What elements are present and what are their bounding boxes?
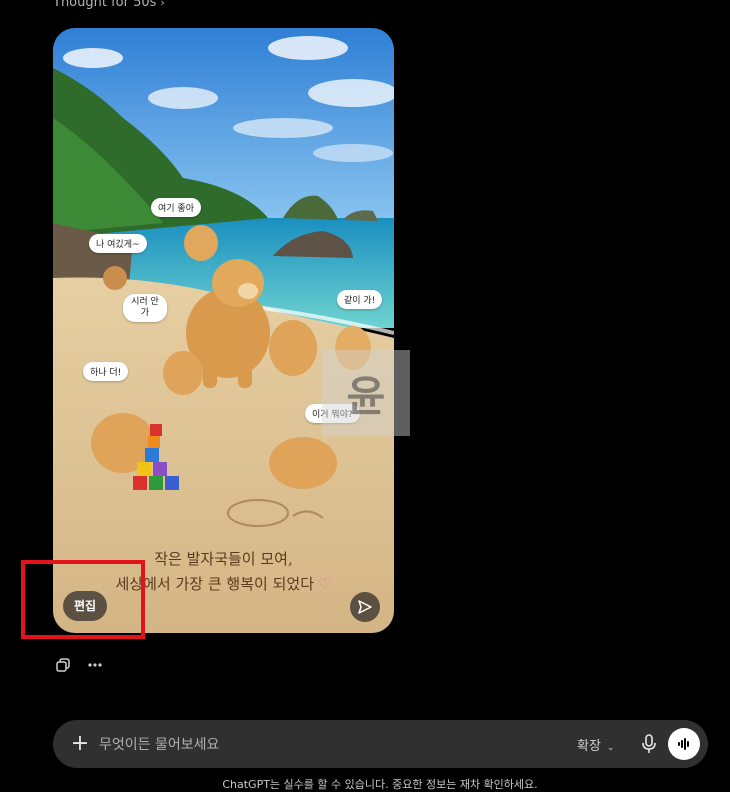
disclaimer: ChatGPT는 실수를 할 수 있습니다. 중요한 정보는 재차 확인하세요. [222,778,538,791]
watermark: 윤 [322,350,410,436]
message-actions [53,655,105,675]
heart-icon: ♡ [318,575,332,593]
copy-icon[interactable] [53,655,73,675]
plus-icon[interactable]: + [67,731,93,757]
more-icon[interactable] [85,655,105,675]
chevron-right-icon: › [160,0,165,9]
speech-bubble: 같이 가! [337,290,383,309]
thought-summary[interactable]: Thought for 50s › [53,0,165,10]
beach-dogs-illustration [53,28,394,633]
mic-icon[interactable] [639,733,659,755]
thought-label: Thought for 50s [53,0,157,10]
speech-bubble: 하나 더! [83,362,129,381]
prompt-input[interactable] [97,732,501,758]
send-icon[interactable] [350,592,380,622]
watermark-text: 윤 [346,371,386,421]
model-label: 확장 [577,739,601,754]
prompt-composer: + 확장 ⌄ [53,720,708,768]
speech-bubble: 여기 좋아 [151,198,201,217]
generated-image[interactable]: 여기 좋아 나 여깄게~ 시러 안 가 같이 가! 하나 더! 이거 뭐야? 작… [53,28,394,633]
voice-mode-icon[interactable] [668,728,700,760]
chevron-down-icon: ⌄ [606,743,615,753]
model-select[interactable]: 확장 ⌄ [577,735,614,754]
annotation-highlight-box [21,560,145,639]
speech-bubble: 나 여깄게~ [89,234,147,253]
speech-bubble: 시러 안 가 [123,294,167,322]
caption-text: 세상에서 가장 큰 행복이 되었다 [115,575,315,593]
